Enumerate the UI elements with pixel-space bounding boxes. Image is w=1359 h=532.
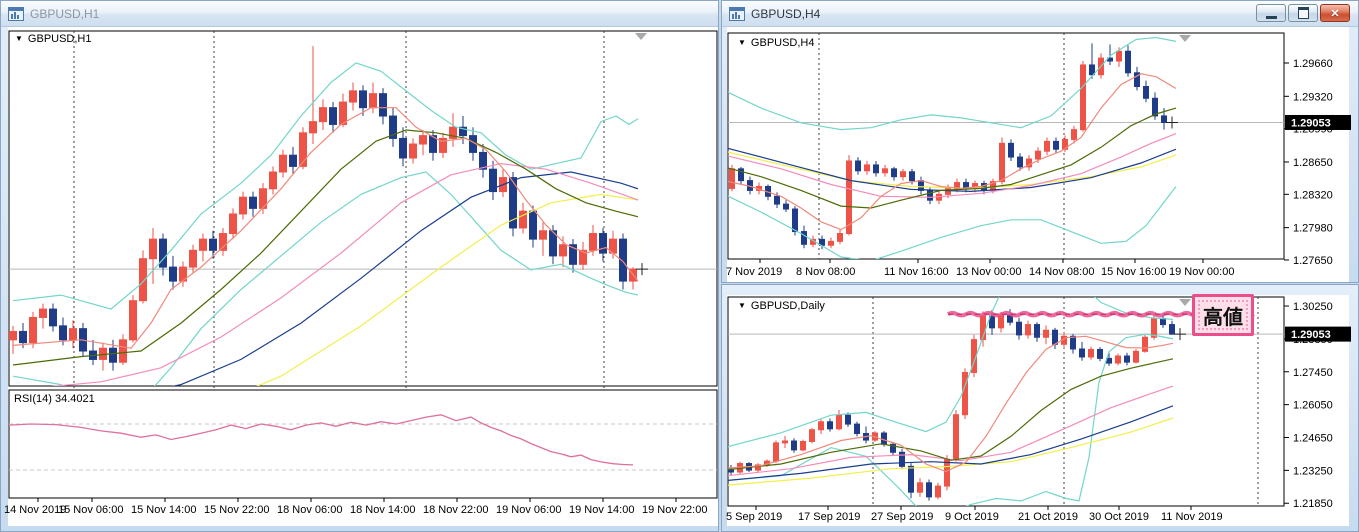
minimize-button[interactable]: [1256, 4, 1286, 22]
h1-titlebar[interactable]: GBPUSD,H1: [1, 1, 718, 27]
daily-chart-label[interactable]: ▼ GBPUSD,Daily: [738, 300, 825, 312]
restore-icon: [1297, 7, 1309, 19]
chart-window-gbpusd-h1: 14 Nov 2019 15 Nov 06:00 15 Nov 14:00 15 No…: [0, 0, 719, 532]
rsi-indicator-label: RSI(14) 34.4021: [14, 393, 95, 405]
chart-window-gbpusd-daily: 1.30250 1.28850 1.27450 1.26050 1.24650 1.232…: [721, 284, 1359, 532]
chart-window-gbpusd-h4: 1.29660 1.29320 1.28990 1.28650 1.28320 1.279…: [721, 0, 1359, 283]
h4-window-title: GBPUSD,H4: [751, 6, 821, 21]
chevron-down-icon: ▼: [738, 301, 746, 310]
close-icon: ✕: [1330, 7, 1340, 20]
h4-chart-label[interactable]: ▼ GBPUSD,H4: [738, 37, 815, 49]
restore-button[interactable]: [1288, 4, 1318, 22]
h4-titlebar[interactable]: GBPUSD,H4 ✕: [722, 1, 1358, 27]
chart-window-icon: [729, 6, 745, 21]
h4-chart-body: [727, 27, 1349, 282]
mt4-workspace: 14 Nov 2019 15 Nov 06:00 15 Nov 14:00 15 No…: [0, 0, 1359, 532]
h1-chart-body: [8, 27, 718, 526]
chart-window-icon: [8, 6, 24, 21]
minimize-icon: [1265, 8, 1277, 19]
chevron-down-icon: ▼: [738, 38, 746, 47]
chevron-down-icon: ▼: [15, 34, 23, 43]
h1-chart-label[interactable]: ▼ GBPUSD,H1: [15, 33, 92, 45]
takane-annotation-text: 高値: [1203, 304, 1243, 329]
h1-window-title: GBPUSD,H1: [30, 6, 100, 21]
close-button[interactable]: ✕: [1320, 4, 1350, 22]
daily-chart-body: [727, 295, 1349, 526]
takane-annotation[interactable]: 高値: [1192, 294, 1254, 336]
